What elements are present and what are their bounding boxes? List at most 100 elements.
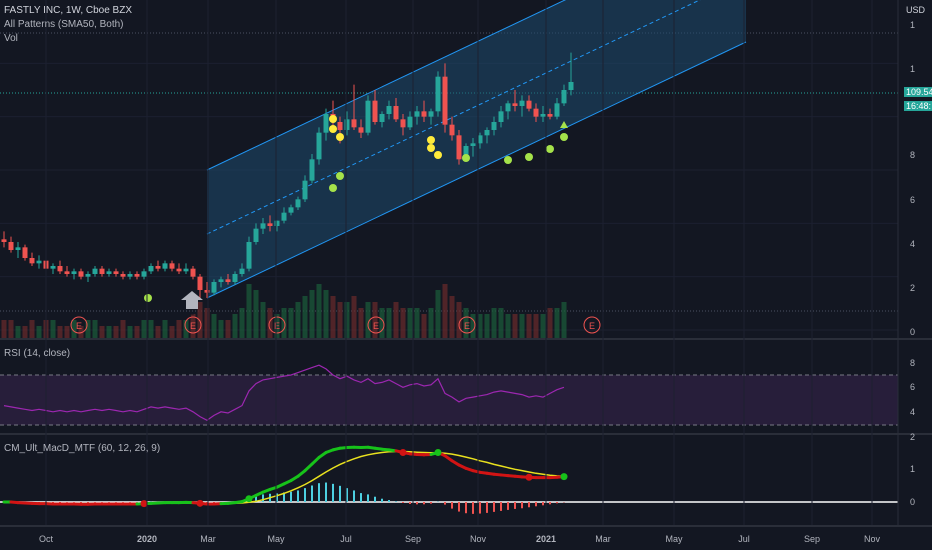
chart-area[interactable]: EE E E E E E 1186420864210Oct 2020 Mar May Jul Sep… bbox=[0, 0, 932, 550]
candle-body bbox=[204, 290, 210, 293]
pattern-marker-dot bbox=[336, 133, 344, 141]
time-axis-tick: 2021 bbox=[536, 534, 556, 544]
price-axis-tick: 1 bbox=[910, 64, 915, 74]
candle-body bbox=[407, 116, 413, 128]
rsi-legend[interactable]: RSI (14, close) bbox=[4, 348, 70, 359]
pattern-marker-dot bbox=[329, 125, 337, 133]
candle-body bbox=[197, 276, 203, 290]
rsi-axis-tick: 4 bbox=[910, 407, 915, 417]
pattern-marker-dot bbox=[504, 156, 512, 164]
volume-bar bbox=[22, 326, 28, 338]
pattern-marker-dot bbox=[144, 294, 152, 302]
volume-bar bbox=[533, 314, 539, 338]
volume-bar bbox=[491, 308, 497, 338]
volume-bar bbox=[99, 326, 105, 338]
candle-body bbox=[435, 76, 441, 112]
rsi-axis-tick: 8 bbox=[910, 358, 915, 368]
candle-body bbox=[568, 82, 574, 90]
price-axis-tick: 8 bbox=[910, 150, 915, 160]
time-axis-tick: Nov bbox=[470, 534, 487, 544]
volume-bar bbox=[288, 308, 294, 338]
volume-bar bbox=[141, 320, 147, 338]
candle-body bbox=[232, 274, 238, 282]
candle-body bbox=[533, 108, 539, 117]
candle-body bbox=[505, 103, 511, 112]
candle-body bbox=[400, 119, 406, 128]
macd-cross-marker bbox=[245, 495, 253, 503]
time-axis-tick: Mar bbox=[595, 534, 611, 544]
volume-bar bbox=[253, 290, 259, 338]
currency-label[interactable]: USD bbox=[906, 5, 925, 15]
candle-body bbox=[561, 90, 567, 104]
volume-bar bbox=[519, 314, 525, 338]
volume-bar bbox=[162, 320, 168, 338]
candle-body bbox=[239, 268, 245, 274]
candle-body bbox=[260, 223, 266, 229]
volume-bar bbox=[211, 314, 217, 338]
candle-body bbox=[540, 114, 546, 117]
pattern-marker-dot bbox=[427, 136, 435, 144]
volume-bar bbox=[309, 290, 315, 338]
volume-bar bbox=[337, 302, 343, 338]
candle-body bbox=[106, 271, 112, 274]
volume-bar bbox=[442, 284, 448, 338]
volume-bar bbox=[554, 308, 560, 338]
candle-body bbox=[64, 271, 70, 274]
candle-body bbox=[302, 180, 308, 200]
earnings-marker-label: E bbox=[373, 321, 379, 331]
candle-body bbox=[127, 274, 133, 277]
candle-body bbox=[15, 247, 21, 250]
candle-body bbox=[554, 103, 560, 117]
earnings-marker: E bbox=[583, 316, 601, 334]
macd-cross-marker bbox=[434, 449, 442, 456]
candle-body bbox=[519, 100, 525, 106]
volume-bar bbox=[526, 314, 532, 338]
volume-bar bbox=[57, 326, 63, 338]
volume-bar bbox=[106, 326, 112, 338]
candle-body bbox=[295, 199, 301, 208]
macd-cross-marker bbox=[525, 473, 533, 481]
volume-bar bbox=[120, 320, 126, 338]
time-axis-tick: Sep bbox=[804, 534, 820, 544]
candle-body bbox=[8, 242, 14, 250]
volume-bar bbox=[225, 320, 231, 338]
candle-body bbox=[470, 143, 476, 146]
volume-bar bbox=[29, 320, 35, 338]
candle-body bbox=[225, 279, 231, 282]
price-pane[interactable]: EE E E E E E bbox=[0, 0, 898, 338]
rsi-pane[interactable] bbox=[0, 364, 898, 426]
pattern-marker-dot bbox=[546, 145, 554, 153]
earnings-marker-label: E bbox=[76, 321, 82, 331]
volume-bar bbox=[407, 308, 413, 338]
candle-body bbox=[162, 263, 168, 269]
pattern-marker-dot bbox=[329, 115, 337, 123]
candle-body bbox=[428, 111, 434, 117]
pattern-indicator-legend[interactable]: All Patterns (SMA50, Both) bbox=[4, 19, 124, 30]
volume-bar bbox=[155, 326, 161, 338]
volume-bar bbox=[449, 296, 455, 338]
volume-bar bbox=[414, 308, 420, 338]
volume-legend[interactable]: Vol bbox=[4, 33, 18, 44]
candle-body bbox=[267, 223, 273, 226]
candle-body bbox=[316, 132, 322, 160]
volume-bar bbox=[512, 314, 518, 338]
price-axis-tick: 1 bbox=[910, 20, 915, 30]
candle-body bbox=[372, 100, 378, 122]
macd-legend[interactable]: CM_Ult_MacD_MTF (60, 12, 26, 9) bbox=[4, 443, 160, 454]
volume-bar bbox=[148, 320, 154, 338]
candle-body bbox=[71, 271, 77, 274]
time-axis-tick: May bbox=[665, 534, 683, 544]
candle-body bbox=[386, 106, 392, 114]
time-axis-tick: May bbox=[267, 534, 285, 544]
macd-pane[interactable] bbox=[0, 445, 898, 514]
earnings-marker-label: E bbox=[464, 321, 470, 331]
candle-body bbox=[99, 268, 105, 274]
candle-body bbox=[29, 258, 35, 264]
regression-channel bbox=[207, 0, 746, 298]
symbol-legend[interactable]: FASTLY INC, 1W, Cboe BZX bbox=[4, 5, 132, 16]
earnings-marker-label: E bbox=[190, 321, 196, 331]
candle-body bbox=[526, 100, 532, 109]
price-axis-tick: 4 bbox=[910, 239, 915, 249]
candle-body bbox=[120, 274, 126, 277]
candle-body bbox=[78, 271, 84, 277]
